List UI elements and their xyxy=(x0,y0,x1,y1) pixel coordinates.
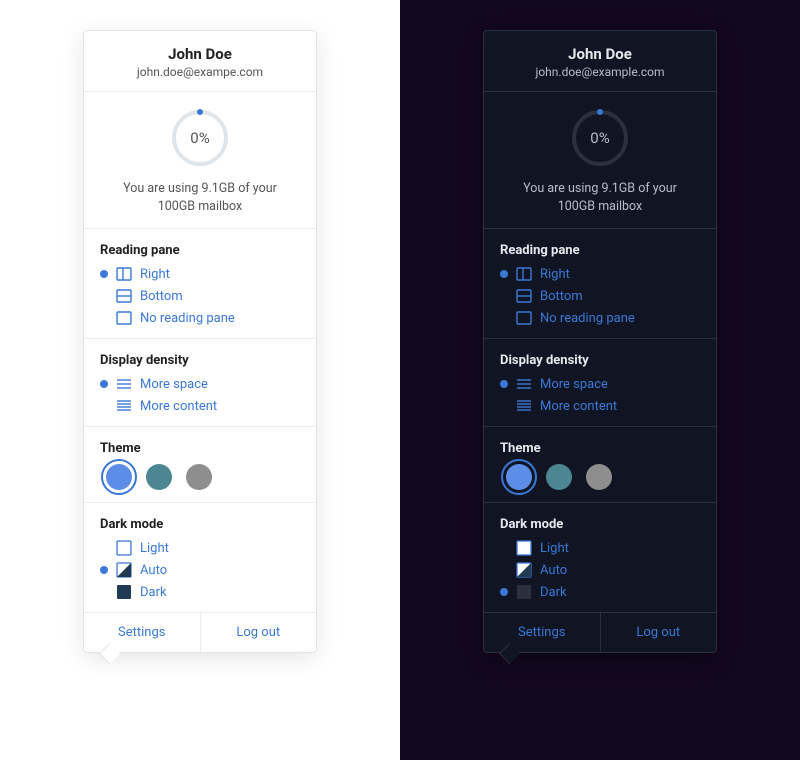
radio-icon xyxy=(500,270,508,278)
storage-gauge: 0% xyxy=(100,106,300,170)
logout-link[interactable]: Log out xyxy=(200,613,317,652)
radio-icon xyxy=(500,292,508,300)
storage-usage-text: You are using 9.1GB of your 100GB mailbo… xyxy=(100,180,300,216)
divider xyxy=(84,338,316,339)
storage-percent: 0% xyxy=(568,106,632,170)
reading-pane-bottom[interactable]: Bottom xyxy=(100,288,300,304)
settings-link[interactable]: Settings xyxy=(484,613,600,652)
radio-icon xyxy=(100,544,108,552)
density-more-space[interactable]: More space xyxy=(100,376,300,392)
pane-none-icon xyxy=(116,310,132,326)
mode-auto-icon xyxy=(516,562,532,578)
density-more-space[interactable]: More space xyxy=(500,376,700,392)
density-content-icon xyxy=(516,398,532,414)
divider xyxy=(84,426,316,427)
pane-right-icon xyxy=(116,266,132,282)
radio-icon xyxy=(100,380,108,388)
reading-pane-none[interactable]: No reading pane xyxy=(100,310,300,326)
density-space-icon xyxy=(516,376,532,392)
divider xyxy=(84,228,316,229)
radio-icon xyxy=(500,314,508,322)
dark-mode-dark[interactable]: Dark xyxy=(500,584,700,600)
theme-title: Theme xyxy=(500,441,700,456)
radio-icon xyxy=(500,566,508,574)
dark-mode-title: Dark mode xyxy=(100,517,300,532)
storage-gauge: 0% xyxy=(500,106,700,170)
divider xyxy=(484,502,716,503)
user-email: john.doe@example.com xyxy=(500,65,700,79)
density-more-content[interactable]: More content xyxy=(100,398,300,414)
logout-link[interactable]: Log out xyxy=(600,613,717,652)
settings-link[interactable]: Settings xyxy=(84,613,200,652)
divider xyxy=(484,426,716,427)
reading-pane-right[interactable]: Right xyxy=(500,266,700,282)
dark-mode-light[interactable]: Light xyxy=(100,540,300,556)
dark-mode-auto[interactable]: Auto xyxy=(500,562,700,578)
divider xyxy=(484,228,716,229)
reading-pane-none[interactable]: No reading pane xyxy=(500,310,700,326)
pane-none-icon xyxy=(516,310,532,326)
theme-swatch-grey[interactable] xyxy=(186,464,212,490)
divider xyxy=(84,91,316,92)
theme-swatch-blue[interactable] xyxy=(506,464,532,490)
divider xyxy=(84,502,316,503)
mode-dark-icon xyxy=(116,584,132,600)
reading-pane-title: Reading pane xyxy=(500,243,700,258)
radio-icon xyxy=(500,544,508,552)
dark-mode-light[interactable]: Light xyxy=(500,540,700,556)
display-density-title: Display density xyxy=(100,353,300,368)
dark-mode-dark[interactable]: Dark xyxy=(100,584,300,600)
storage-percent: 0% xyxy=(168,106,232,170)
divider xyxy=(484,91,716,92)
reading-pane-right[interactable]: Right xyxy=(100,266,300,282)
radio-icon xyxy=(100,588,108,596)
divider xyxy=(484,338,716,339)
mode-light-icon xyxy=(116,540,132,556)
radio-icon xyxy=(500,380,508,388)
density-more-content[interactable]: More content xyxy=(500,398,700,414)
mode-auto-icon xyxy=(116,562,132,578)
radio-icon xyxy=(100,292,108,300)
dark-mode-title: Dark mode xyxy=(500,517,700,532)
display-density-title: Display density xyxy=(500,353,700,368)
user-email: john.doe@exampe.com xyxy=(100,65,300,79)
radio-icon xyxy=(100,402,108,410)
dark-mode-auto[interactable]: Auto xyxy=(100,562,300,578)
pane-bottom-icon xyxy=(516,288,532,304)
density-content-icon xyxy=(116,398,132,414)
radio-icon xyxy=(500,588,508,596)
pane-right-icon xyxy=(516,266,532,282)
mode-dark-icon xyxy=(516,584,532,600)
theme-swatch-blue[interactable] xyxy=(106,464,132,490)
pane-bottom-icon xyxy=(116,288,132,304)
radio-icon xyxy=(100,270,108,278)
storage-usage-text: You are using 9.1GB of your 100GB mailbo… xyxy=(500,180,700,216)
theme-title: Theme xyxy=(100,441,300,456)
user-name: John Doe xyxy=(500,45,700,63)
reading-pane-title: Reading pane xyxy=(100,243,300,258)
user-popover: John Doe john.doe@example.com 0% You are… xyxy=(483,30,717,653)
theme-swatch-teal[interactable] xyxy=(146,464,172,490)
theme-swatch-grey[interactable] xyxy=(586,464,612,490)
popover-footer: Settings Log out xyxy=(484,612,716,652)
radio-icon xyxy=(500,402,508,410)
radio-icon xyxy=(100,314,108,322)
user-popover: John Doe john.doe@exampe.com 0% You are … xyxy=(83,30,317,653)
user-name: John Doe xyxy=(100,45,300,63)
density-space-icon xyxy=(116,376,132,392)
mode-light-icon xyxy=(516,540,532,556)
theme-swatch-teal[interactable] xyxy=(546,464,572,490)
reading-pane-bottom[interactable]: Bottom xyxy=(500,288,700,304)
radio-icon xyxy=(100,566,108,574)
popover-footer: Settings Log out xyxy=(84,612,316,652)
